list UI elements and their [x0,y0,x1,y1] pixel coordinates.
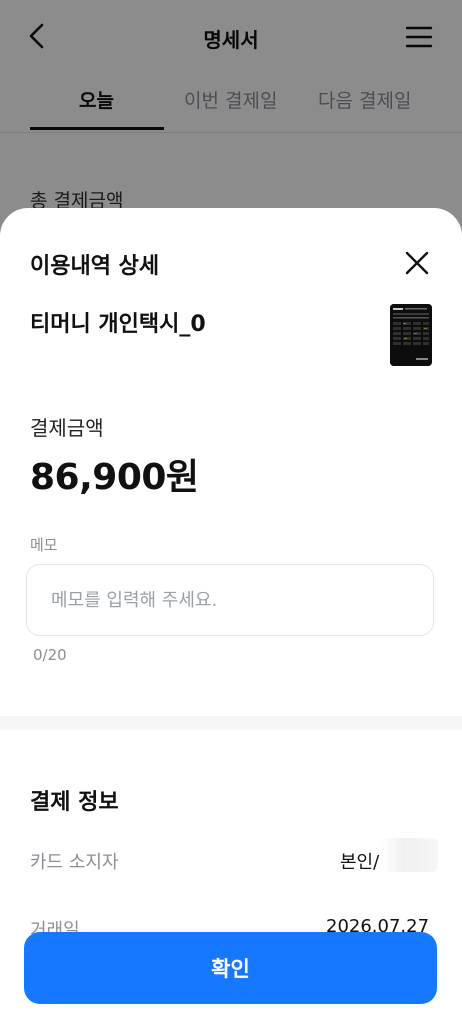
merchant-name: 티머니 개인택시_0 [30,312,206,337]
memo-label: 메모 [30,536,58,554]
card-image [390,304,432,366]
masked-info [380,838,438,872]
close-button[interactable] [404,250,430,276]
confirm-button[interactable]: 확인 [24,932,437,1004]
sheet-title: 이용내역 상세 [30,254,160,279]
transaction-detail-sheet: 이용내역 상세 티머니 개인택시_0 결제금액 86,900원 메모 메모를 입… [0,208,462,1024]
close-icon [405,251,429,275]
payment-amount-label: 결제금액 [30,416,104,440]
memo-character-count: 0/20 [33,646,67,664]
cardholder-value: 본인/ [340,852,380,873]
cardholder-label: 카드 소지자 [30,852,119,873]
memo-input[interactable] [26,564,434,636]
payment-info-title: 결제 정보 [30,790,119,815]
payment-amount-value: 86,900원 [30,457,199,498]
section-divider [0,716,462,730]
